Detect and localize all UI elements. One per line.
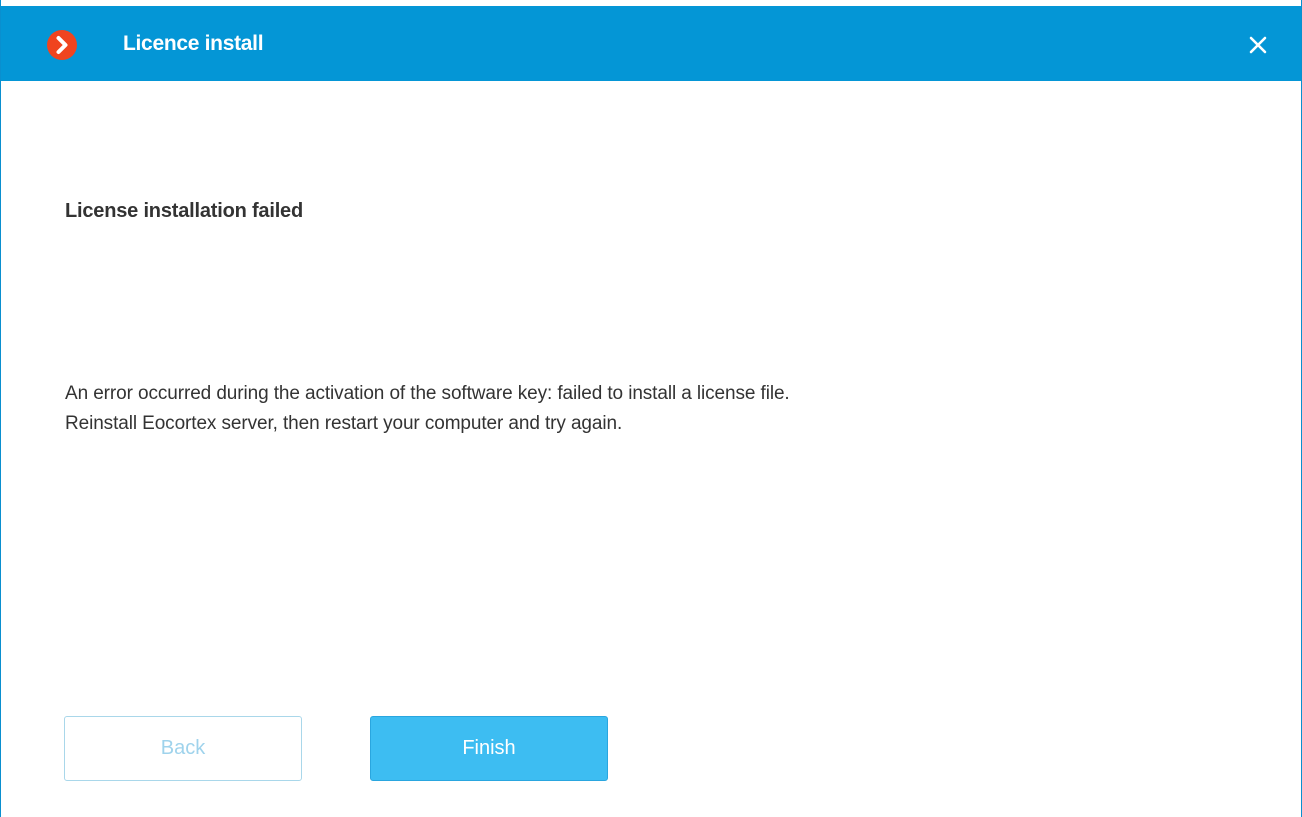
error-message-line: Reinstall Eocortex server, then restart … bbox=[65, 413, 623, 434]
back-button[interactable]: Back bbox=[64, 716, 302, 781]
error-message-line: An error occurred during the activation … bbox=[65, 383, 790, 404]
status-heading: License installation failed bbox=[65, 200, 303, 222]
error-message: An error occurred during the activation … bbox=[65, 379, 1215, 439]
finish-button[interactable]: Finish bbox=[370, 716, 608, 781]
close-icon bbox=[1249, 36, 1267, 54]
dialog-title: Licence install bbox=[123, 32, 264, 55]
licence-install-dialog: Licence install License installation fai… bbox=[0, 0, 1302, 817]
close-button[interactable] bbox=[1241, 28, 1275, 62]
title-bar: Licence install bbox=[1, 6, 1301, 81]
app-logo-icon bbox=[47, 30, 77, 60]
